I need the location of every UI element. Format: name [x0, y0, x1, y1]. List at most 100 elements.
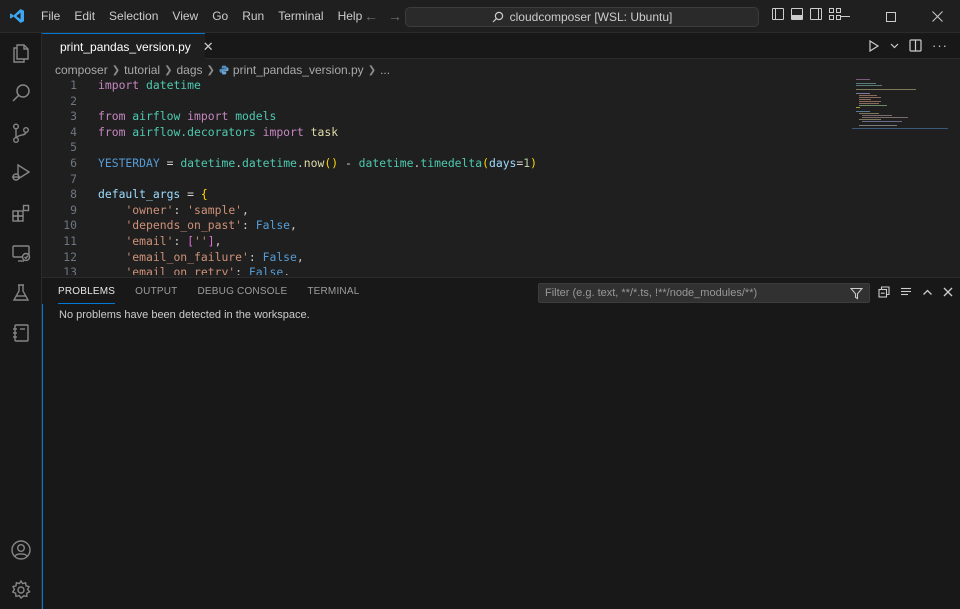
extensions-icon[interactable] [0, 193, 42, 233]
collapse-all-icon[interactable] [878, 286, 890, 298]
more-actions-icon[interactable]: ··· [932, 38, 948, 53]
code-text: 'owner': 'sample', [125, 202, 249, 217]
minimap-line [859, 119, 881, 120]
breadcrumb-file[interactable]: print_pandas_version.py [233, 63, 364, 77]
line-number: 10 [63, 218, 77, 233]
panel-tabs: PROBLEMS OUTPUT DEBUG CONSOLE TERMINAL [58, 286, 360, 304]
code-line: 13 'email_on_retry': False, [42, 265, 852, 275]
menu-terminal[interactable]: Terminal [271, 4, 330, 28]
line-number: 4 [70, 124, 77, 139]
code-line: 10 'depends_on_past': False, [42, 218, 852, 234]
minimap-line [859, 113, 879, 114]
breadcrumb-tutorial[interactable]: tutorial [124, 63, 160, 77]
toggle-secondary-sidebar-icon[interactable] [810, 8, 822, 20]
tab-debug-console[interactable]: DEBUG CONSOLE [197, 286, 287, 304]
files-icon[interactable] [0, 33, 42, 73]
view-as-list-icon[interactable] [900, 286, 912, 298]
menu-view[interactable]: View [165, 4, 205, 28]
code-line: 5 [42, 140, 852, 156]
breadcrumb-chevron-icon: ❯ [367, 64, 377, 76]
minimap-line [862, 115, 892, 116]
menu-go[interactable]: Go [205, 4, 235, 28]
line-number: 9 [70, 202, 77, 217]
breadcrumb-dags[interactable]: dags [177, 63, 203, 77]
vscode-logo-icon [0, 0, 34, 33]
forward-arrow-icon[interactable]: → [388, 8, 402, 24]
editor-tabs: print_pandas_version.py ✕ ··· [42, 33, 960, 59]
menu-bar: File Edit Selection View Go Run Terminal… [34, 0, 369, 33]
tab-problems[interactable]: PROBLEMS [58, 286, 116, 304]
code-line: 7 [42, 172, 852, 188]
line-number: 3 [70, 109, 77, 124]
code-text: import datetime [98, 78, 201, 92]
breadcrumb-symbols[interactable]: ... [380, 63, 390, 77]
accounts-icon[interactable] [0, 530, 42, 570]
remote-explorer-icon[interactable] [0, 233, 42, 273]
maximize-icon[interactable] [868, 0, 914, 33]
menu-run[interactable]: Run [235, 4, 271, 28]
menu-selection[interactable]: Selection [102, 4, 165, 28]
toggle-panel-icon[interactable] [791, 8, 803, 20]
split-editor-icon[interactable] [909, 39, 922, 52]
minimap-line [856, 111, 870, 112]
run-debug-icon[interactable] [0, 153, 42, 193]
python-file-icon [219, 65, 229, 75]
navigation-arrows: ← → [364, 8, 402, 24]
manage-gear-icon[interactable] [0, 570, 42, 609]
minimap-line [859, 125, 897, 126]
code-line: 4 from airflow.decorators import task [42, 125, 852, 141]
minimap-line [856, 107, 860, 108]
menu-edit[interactable]: Edit [67, 4, 102, 28]
code-text: 'email': [''], [125, 233, 222, 248]
tab-terminal[interactable]: TERMINAL [307, 286, 359, 304]
code-text: from airflow import models [98, 109, 277, 124]
code-line: 2 [42, 94, 852, 110]
code-line: 6 YESTERDAY = datetime.datetime.now() - d… [42, 156, 852, 172]
minimap-line [859, 105, 887, 106]
code-line: 11 'email': [''], [42, 234, 852, 250]
minimap-viewport[interactable] [852, 128, 948, 129]
chevron-down-icon[interactable] [890, 41, 899, 50]
breadcrumb-composer[interactable]: composer [55, 63, 108, 77]
code-text: default_args = { [98, 187, 208, 202]
search-icon[interactable] [0, 73, 42, 113]
code-line: 9 'owner': 'sample', [42, 203, 852, 219]
code-line: 8 default_args = { [42, 187, 852, 203]
run-python-file-icon[interactable] [868, 39, 880, 52]
testing-icon[interactable] [0, 273, 42, 313]
tab-print-pandas-version[interactable]: print_pandas_version.py ✕ [42, 33, 214, 59]
minimap-line [856, 89, 916, 90]
close-panel-icon[interactable] [943, 287, 953, 297]
command-center-label: cloudcomposer [WSL: Ubuntu] [509, 10, 673, 24]
minimap[interactable] [852, 78, 948, 138]
close-tab-icon[interactable]: ✕ [203, 39, 214, 55]
code-editor[interactable]: 1 import datetime 2 3 from airflow import … [42, 78, 852, 275]
title-bar: File Edit Selection View Go Run Terminal… [0, 0, 960, 33]
activity-bar [0, 33, 42, 609]
back-arrow-icon[interactable]: ← [364, 8, 378, 24]
menu-file[interactable]: File [34, 4, 67, 28]
maximize-panel-icon[interactable] [922, 287, 933, 298]
line-number: 7 [70, 171, 77, 186]
notebook-icon[interactable] [0, 313, 42, 353]
code-text: 'email_on_failure': False, [125, 249, 304, 264]
tab-output[interactable]: OUTPUT [135, 286, 177, 304]
filter-placeholder: Filter (e.g. text, **/*.ts, !**/node_mod… [545, 287, 758, 299]
minimap-line [856, 85, 882, 86]
source-control-icon[interactable] [0, 113, 42, 153]
close-icon[interactable] [914, 0, 960, 33]
minimap-line [859, 95, 877, 96]
command-center[interactable]: cloudcomposer [WSL: Ubuntu] [405, 7, 759, 27]
toggle-primary-sidebar-icon[interactable] [772, 8, 784, 20]
line-number: 1 [70, 78, 77, 92]
minimap-line [859, 101, 881, 102]
code-line: 12 'email_on_failure': False, [42, 250, 852, 266]
minimize-icon[interactable] [822, 0, 868, 33]
breadcrumb-chevron-icon: ❯ [111, 64, 121, 76]
problems-filter-input[interactable]: Filter (e.g. text, **/*.ts, !**/node_mod… [538, 283, 870, 303]
window-controls [822, 0, 960, 33]
minimap-line [856, 79, 870, 80]
filter-icon[interactable] [850, 287, 863, 300]
